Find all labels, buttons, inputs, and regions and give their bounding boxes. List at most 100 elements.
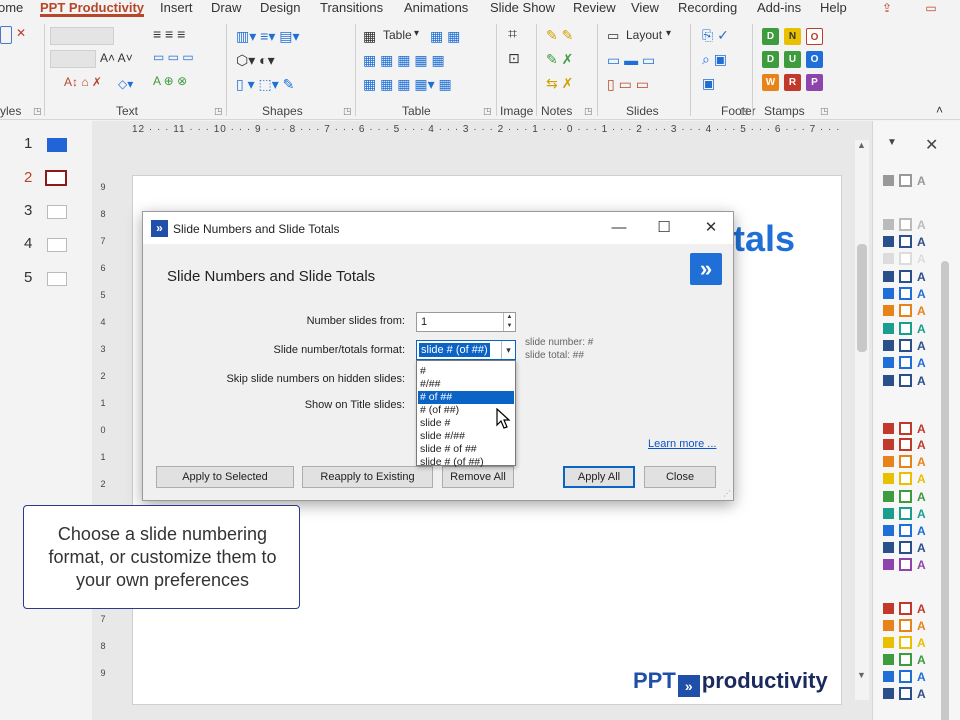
format-option[interactable]: slide # of ##: [418, 443, 514, 456]
footer-launcher-icon[interactable]: ◳: [740, 106, 749, 117]
format-option[interactable]: #/##: [418, 378, 514, 391]
slide-thumbnail-3[interactable]: [47, 205, 67, 219]
learn-more-link[interactable]: Learn more ...: [648, 438, 716, 450]
chevron-down-icon[interactable]: ▾: [666, 28, 671, 39]
format-option[interactable]: #: [418, 365, 514, 378]
scrollbar-thumb[interactable]: [857, 244, 867, 352]
chevron-down-icon[interactable]: ▾: [414, 28, 419, 39]
tab-slide-show[interactable]: Slide Show: [490, 0, 555, 15]
tab-draw[interactable]: Draw: [211, 0, 241, 15]
tab-design[interactable]: Design: [260, 0, 300, 15]
apply-to-selected-button[interactable]: Apply to Selected: [156, 466, 294, 488]
footer-row1-icons[interactable]: ⎘ ✓: [702, 27, 729, 44]
font-name-box[interactable]: [50, 27, 114, 45]
swatch-outline: [899, 374, 912, 387]
format-option[interactable]: slide # (of ##): [418, 456, 514, 468]
shapes-row1-icons[interactable]: ▥▾ ≡▾ ▤▾: [236, 28, 300, 45]
slides-row2-icons[interactable]: ▭ ▬ ▭: [607, 52, 655, 69]
close-panel-icon[interactable]: ✕: [925, 135, 938, 155]
table-icon[interactable]: ▦: [363, 28, 376, 45]
number-from-value: 1: [421, 316, 428, 328]
slide-thumbnail-5[interactable]: [47, 272, 67, 286]
shape-fill-icon[interactable]: ◇▾: [118, 77, 133, 91]
tab-add-ins[interactable]: Add-ins: [757, 0, 801, 15]
slide-thumbnail-1[interactable]: [47, 138, 67, 152]
shapes-row3-icons[interactable]: ▯ ▾ ⬚▾ ✎: [236, 76, 294, 93]
table-launcher-icon[interactable]: ◳: [483, 106, 492, 117]
canvas-scrollbar[interactable]: ▲ ▼: [855, 140, 869, 700]
stamp-p-purple[interactable]: P: [806, 74, 823, 91]
stamp-w-orange[interactable]: W: [762, 74, 779, 91]
notes-row2-icons[interactable]: ✎ ✗: [546, 51, 573, 68]
spin-buttons[interactable]: ▲ ▼: [503, 313, 515, 331]
chevron-down-icon[interactable]: ▾: [501, 341, 515, 359]
text-color-icon[interactable]: A↕ ⌂ ✗: [64, 75, 102, 89]
tab-view[interactable]: View: [631, 0, 659, 15]
stamp-r-red[interactable]: R: [784, 74, 801, 91]
table-button[interactable]: Table: [383, 28, 412, 42]
close-icon[interactable]: ✕: [699, 218, 723, 238]
stamp-d-green[interactable]: D: [762, 28, 779, 45]
tab-help[interactable]: Help: [820, 0, 847, 15]
number-from-input[interactable]: 1 ▲ ▼: [416, 312, 516, 332]
close-style-icon[interactable]: ✕: [16, 26, 26, 40]
layout-icon[interactable]: ▭: [607, 28, 619, 44]
tab-review[interactable]: Review: [573, 0, 616, 15]
format-icons[interactable]: A ⊕ ⊗: [153, 74, 187, 88]
image-tool-icon[interactable]: ⊡: [508, 50, 520, 67]
align-icon[interactable]: ≡ ≡ ≡: [153, 26, 185, 42]
stamp-d-green-2[interactable]: D: [762, 51, 779, 68]
layout-button[interactable]: Layout: [626, 28, 662, 42]
minimize-icon[interactable]: —: [607, 218, 631, 238]
share-icon[interactable]: ⇪: [876, 0, 898, 16]
text-launcher-icon[interactable]: ◳: [214, 106, 223, 117]
collapse-ribbon-icon[interactable]: ˄: [936, 103, 943, 117]
shapes-row2-icons[interactable]: ⬡▾ ◐▾: [236, 52, 275, 69]
notes-row1-icons[interactable]: ✎ ✎: [546, 27, 573, 44]
tab-ppt-productivity[interactable]: PPT Productivity: [40, 0, 145, 17]
comments-icon[interactable]: ▭: [920, 0, 942, 16]
table-row3-icons[interactable]: ▦ ▦ ▦ ▦▾ ▦: [363, 76, 452, 93]
stamp-n-yellow[interactable]: N: [784, 28, 801, 45]
stamp-u-green[interactable]: U: [784, 51, 801, 68]
stamps-launcher-icon[interactable]: ◳: [820, 106, 829, 117]
tab-insert[interactable]: Insert: [160, 0, 193, 15]
reapply-to-existing-button[interactable]: Reapply to Existing: [302, 466, 433, 488]
styles-launcher-icon[interactable]: ◳: [33, 106, 42, 117]
format-option[interactable]: slide #/##: [418, 430, 514, 443]
panel-menu-icon[interactable]: ▼: [887, 137, 897, 148]
tab-home[interactable]: ome: [0, 0, 23, 15]
style-button[interactable]: [0, 26, 12, 44]
slide-thumbnail-4[interactable]: [47, 238, 67, 252]
tab-recording[interactable]: Recording: [678, 0, 737, 15]
stamp-o-red[interactable]: O: [806, 28, 823, 45]
scroll-up-icon[interactable]: ▲: [857, 140, 866, 150]
slides-row3-icons[interactable]: ▯ ▭ ▭: [607, 76, 649, 93]
notes-row3-icons[interactable]: ⇆ ✗: [546, 75, 573, 92]
apply-all-button[interactable]: Apply All: [563, 466, 635, 488]
footer-row2-icons[interactable]: ⌕ ▣: [702, 51, 727, 68]
scroll-down-icon[interactable]: ▼: [857, 670, 866, 680]
table-tools-icon[interactable]: ▦ ▦: [430, 28, 460, 45]
table-row2-icons[interactable]: ▦ ▦ ▦ ▦ ▦: [363, 52, 445, 69]
resize-grip-icon[interactable]: ⋰: [723, 489, 731, 498]
tab-transitions[interactable]: Transitions: [320, 0, 383, 15]
format-option-highlighted[interactable]: # of ##: [418, 391, 514, 404]
slide-thumbnail-2[interactable]: [45, 170, 67, 186]
panel-scrollbar[interactable]: [941, 261, 949, 720]
remove-all-button[interactable]: Remove All: [442, 466, 514, 488]
close-button[interactable]: Close: [644, 466, 716, 488]
grow-font-icon[interactable]: A˄ A˅: [100, 51, 133, 65]
stamp-o-blue[interactable]: O: [806, 51, 823, 68]
maximize-icon[interactable]: ☐: [652, 218, 676, 238]
dialog-titlebar[interactable]: » Slide Numbers and Slide Totals — ☐ ✕: [143, 212, 733, 244]
format-combobox[interactable]: slide # (of ##) ▾: [416, 340, 516, 360]
crop-icon[interactable]: ⌗: [508, 26, 517, 44]
shapes-launcher-icon[interactable]: ◳: [343, 106, 352, 117]
tab-animations[interactable]: Animations: [404, 0, 468, 15]
footer-row3-icons[interactable]: ▣: [702, 75, 715, 92]
notes-launcher-icon[interactable]: ◳: [584, 106, 593, 117]
slide-title[interactable]: tals: [733, 218, 795, 260]
textbox-icons[interactable]: ▭ ▭ ▭: [153, 50, 194, 64]
font-size-box[interactable]: [50, 50, 96, 68]
